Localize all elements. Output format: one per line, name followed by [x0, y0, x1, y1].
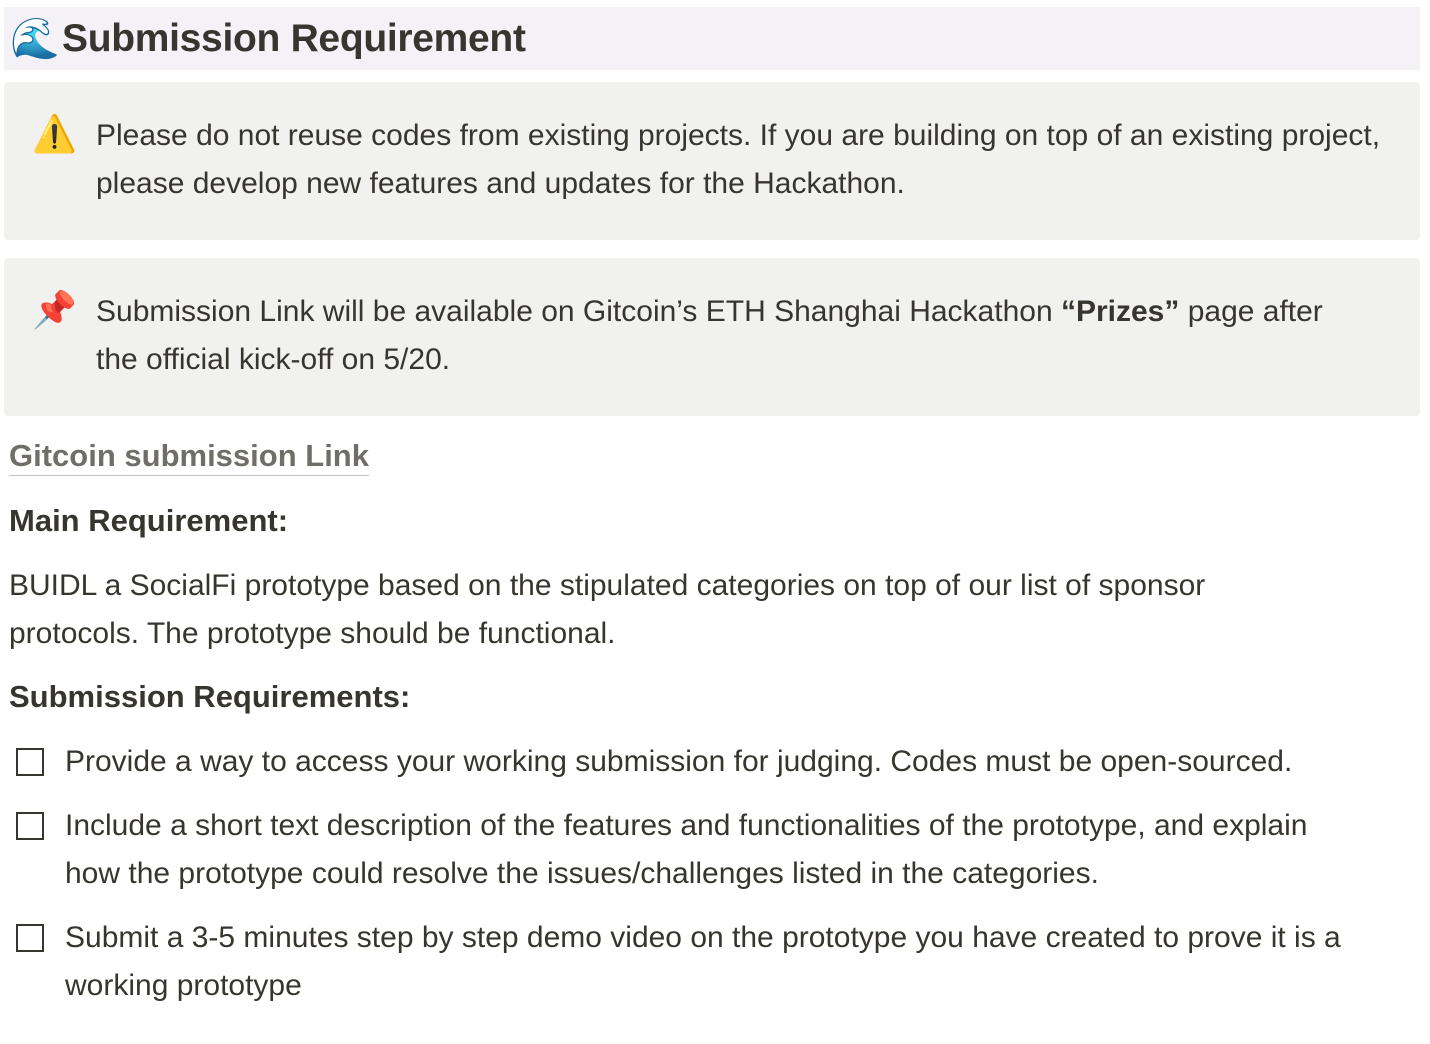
callout-text: Please do not reuse codes from existing …: [96, 119, 1381, 200]
page-title: Submission Requirement: [62, 16, 526, 60]
gitcoin-submission-link[interactable]: Gitcoin submission Link: [9, 437, 369, 476]
submission-requirements-heading: Submission Requirements:: [9, 679, 411, 714]
water-wave-icon: 🌊: [10, 16, 60, 61]
warning-callout: ⚠️ Please do not reuse codes from existi…: [4, 82, 1420, 240]
checkbox[interactable]: [16, 748, 44, 776]
todo-item: Include a short text description of the …: [16, 802, 1416, 898]
pushpin-icon: 📌: [32, 289, 77, 330]
todo-text: Submit a 3-5 minutes step by step demo v…: [65, 921, 1341, 1002]
main-requirement-text: BUIDL a SocialFi prototype based on the …: [9, 569, 1206, 650]
todo-text: Include a short text description of the …: [65, 809, 1308, 890]
page-header: 🌊 Submission Requirement: [4, 7, 1420, 70]
todo-item: Submit a 3-5 minutes step by step demo v…: [16, 914, 1416, 1010]
submission-callout: 📌 Submission Link will be available on G…: [4, 258, 1420, 416]
todo-text: Provide a way to access your working sub…: [65, 745, 1293, 778]
main-requirement-heading: Main Requirement:: [9, 503, 289, 538]
checkbox[interactable]: [16, 812, 44, 840]
prizes-emphasis: “Prizes”: [1060, 295, 1180, 328]
checkbox[interactable]: [16, 924, 44, 952]
todo-item: Provide a way to access your working sub…: [16, 738, 1416, 786]
callout-text-start: Submission Link will be available on Git…: [96, 295, 1061, 328]
callout-text: Submission Link will be available on Git…: [96, 288, 1346, 384]
warning-icon: ⚠️: [32, 113, 77, 154]
